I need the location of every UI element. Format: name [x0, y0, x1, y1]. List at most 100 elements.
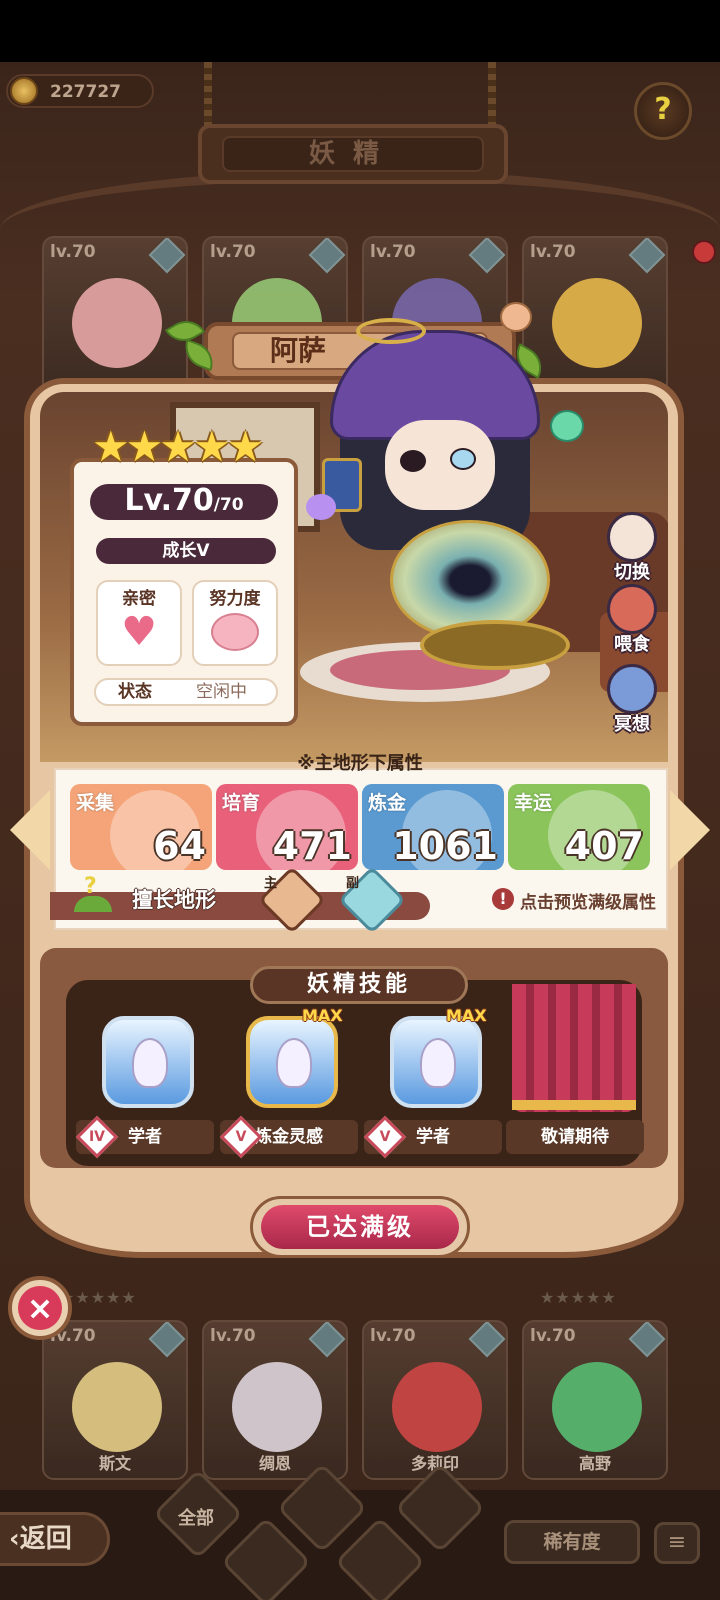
terrain-badge-icon	[628, 1322, 666, 1358]
attr-value: 64	[153, 824, 206, 868]
attr-value: 1061	[392, 824, 498, 868]
terrain-badge-icon	[148, 238, 186, 274]
shell-icon	[420, 1038, 456, 1088]
rarity-stars: ★★★★★	[92, 422, 264, 471]
back-label: 返回	[19, 1524, 72, 1554]
meditate-button[interactable]: 冥想	[600, 664, 664, 736]
close-icon: ×	[18, 1286, 62, 1330]
card-level: lv.70	[530, 1326, 576, 1346]
sprout-icon: ?	[74, 874, 112, 914]
terrain-badge-icon	[468, 1322, 506, 1358]
question-icon: ?	[654, 92, 672, 127]
level-max: /70	[213, 495, 244, 515]
character-eye	[400, 450, 426, 472]
rope-left	[204, 62, 212, 132]
skill-frame	[390, 1016, 482, 1108]
switch-label: 切换	[614, 562, 650, 583]
title-plaque: 妖精	[198, 124, 508, 184]
filter-all-label: 全部	[178, 1508, 214, 1529]
status-value: 空闲中	[196, 682, 247, 702]
mini-pet-icon	[500, 302, 532, 332]
shell-icon	[132, 1038, 168, 1088]
fairy-card[interactable]: lv.70 高野	[522, 1320, 668, 1480]
alert-icon: !	[492, 888, 514, 910]
fairy-portrait	[392, 1362, 482, 1452]
status-label: 状态	[118, 682, 152, 702]
meditate-icon	[607, 664, 657, 714]
attr-label: 采集	[76, 792, 115, 814]
fairy-card[interactable]: lv.70 绸恩	[202, 1320, 348, 1480]
max-level-button[interactable]: 已达满级	[250, 1196, 470, 1258]
card-level: lv.70	[50, 242, 96, 262]
skill-label: 敬请期待	[506, 1120, 644, 1154]
attr-luck: 幸运 407	[508, 784, 650, 870]
fairy-card[interactable]: lv.70 斯文	[42, 1320, 188, 1480]
sub-tag: 副	[346, 876, 360, 891]
skill-slot-locked: 敬请期待	[506, 1010, 644, 1162]
next-arrow-icon[interactable]	[670, 790, 710, 870]
planet-icon	[306, 494, 336, 520]
attribute-title: ※主地形下属性	[297, 753, 423, 774]
status-bar	[0, 0, 720, 62]
skill-slot[interactable]: MAX 炼金灵感 V	[219, 1006, 358, 1162]
terrain-badge-icon	[468, 238, 506, 274]
rope-right	[488, 62, 496, 132]
game-screen: 227727 ? 妖精 lv.70 lv.70 lv.70 lv.70 lv.7…	[0, 0, 720, 1600]
max-badge: MAX	[302, 1006, 343, 1025]
skill-grade: IV	[88, 1129, 106, 1145]
sort-rarity-button[interactable]: 稀有度	[504, 1520, 640, 1564]
terrain-badge-icon	[148, 1322, 186, 1358]
feed-label: 喂食	[614, 634, 650, 655]
heart-icon: ♥	[121, 609, 157, 655]
feed-button[interactable]: 喂食	[600, 584, 664, 656]
attr-label: 幸运	[514, 792, 553, 814]
intimacy-box[interactable]: 亲密 ♥	[96, 580, 182, 666]
list-view-icon[interactable]: ≡	[654, 1522, 700, 1564]
effort-box[interactable]: 努力度	[192, 580, 278, 666]
skill-frame	[246, 1016, 338, 1108]
skill-grade: V	[379, 1129, 391, 1145]
card-level: lv.70	[370, 242, 416, 262]
shell-icon	[276, 1038, 312, 1088]
character-eye	[450, 448, 476, 470]
prev-arrow-icon[interactable]	[10, 790, 50, 870]
halo-ring	[356, 318, 426, 344]
max-badge: MAX	[446, 1006, 487, 1025]
card-level: lv.70	[210, 1326, 256, 1346]
close-button[interactable]: ×	[8, 1276, 72, 1340]
terrain-badge-icon	[308, 238, 346, 274]
switch-button[interactable]: 切换	[600, 512, 664, 584]
card-name: 高野	[578, 1454, 611, 1473]
fairy-portrait	[72, 278, 162, 368]
coin-counter: 227727	[6, 74, 154, 108]
level-bar: Lv.70/70	[90, 484, 278, 520]
notification-dot	[692, 240, 716, 264]
mini-pet-icon	[550, 410, 584, 442]
coin-value: 227727	[50, 82, 121, 102]
level-current: Lv.70	[124, 483, 214, 518]
meat-icon	[607, 584, 657, 634]
fairy-card[interactable]: lv.70 多莉印	[362, 1320, 508, 1480]
orb-stand	[420, 620, 570, 670]
attr-value: 407	[564, 824, 644, 868]
terrain-badge-icon	[308, 1322, 346, 1358]
meditate-label: 冥想	[614, 714, 650, 735]
skill-slot[interactable]: 学者 IV	[75, 1010, 214, 1162]
skill-slot[interactable]: MAX 学者 V	[363, 1006, 502, 1162]
skill-grade: V	[235, 1129, 247, 1145]
terrain-label: 擅长地形	[132, 888, 216, 912]
skill-frame	[102, 1016, 194, 1108]
card-level: lv.70	[530, 242, 576, 262]
attr-gather: 采集 64	[70, 784, 212, 870]
switch-icon	[607, 512, 657, 562]
effort-label: 努力度	[209, 589, 261, 609]
status-row: 状态 空闲中	[94, 678, 278, 706]
fairy-character[interactable]	[330, 330, 600, 690]
terrain-badge-icon	[628, 238, 666, 274]
help-button[interactable]: ?	[634, 82, 692, 140]
skills-title: 妖精技能	[250, 966, 468, 1004]
fairy-card[interactable]: lv.70	[42, 236, 188, 396]
preview-hint[interactable]: 点击预览满级属性	[520, 888, 656, 913]
back-button[interactable]: ‹返回	[0, 1512, 110, 1566]
attr-value: 471	[272, 824, 352, 868]
